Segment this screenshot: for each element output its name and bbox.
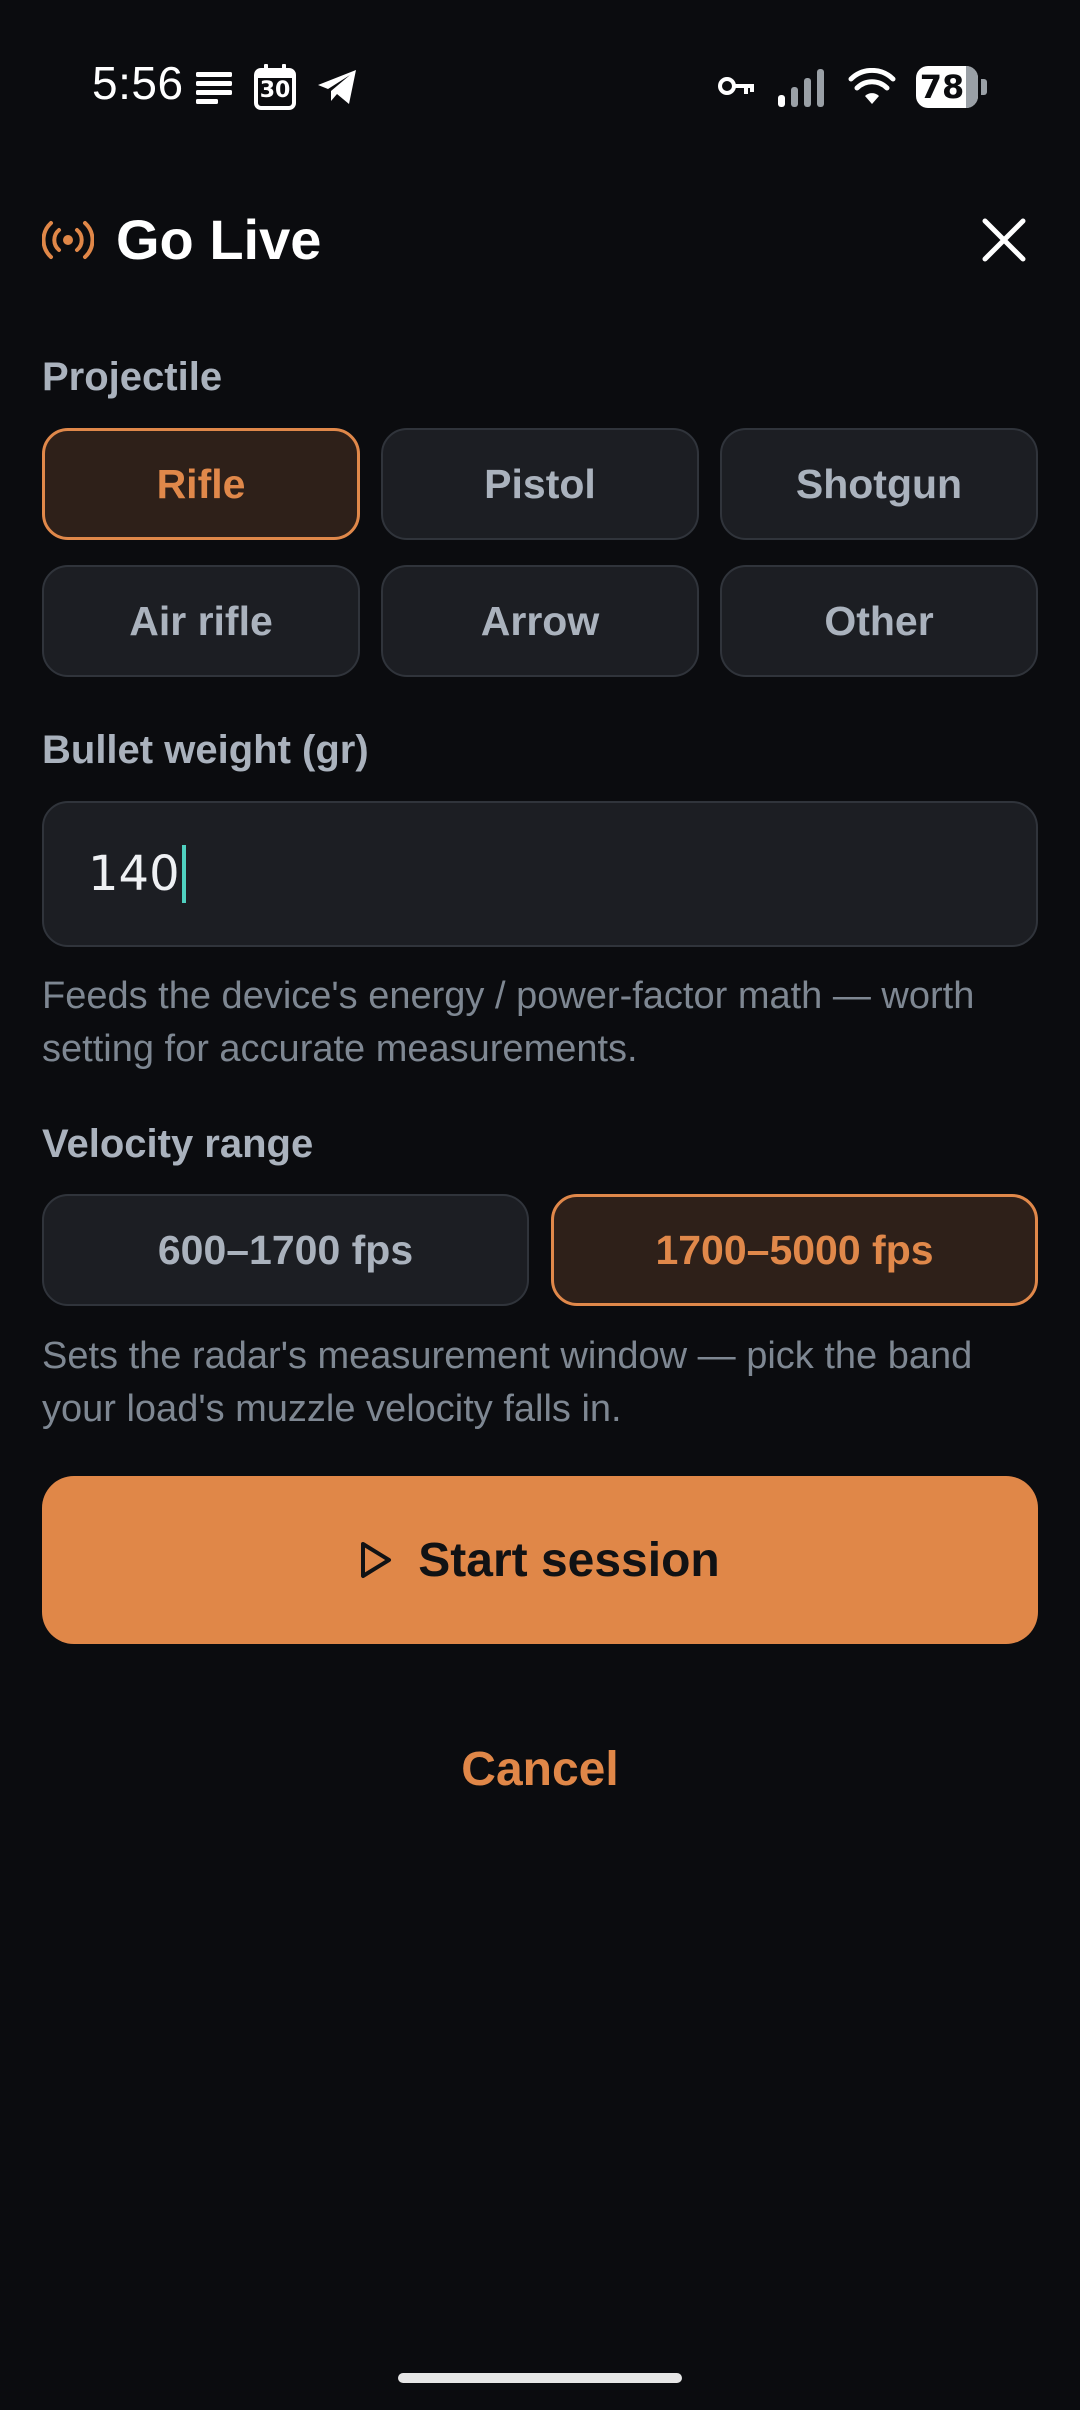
notes-icon [196,72,232,104]
close-button[interactable] [970,206,1038,274]
projectile-option-arrow[interactable]: Arrow [381,565,699,677]
projectile-option-shotgun[interactable]: Shotgun [720,428,1038,540]
signal-icon [778,69,824,107]
velocity-range-label: Velocity range [42,1122,314,1166]
vpn-key-icon [718,77,754,95]
velocity-range-helper: Sets the radar's measurement window — pi… [42,1335,973,1430]
velocity-option-low[interactable]: 600–1700 fps [42,1194,529,1306]
battery-icon: 78 [916,66,988,108]
text-caret [181,845,186,903]
cancel-button[interactable]: Cancel [0,1736,1080,1804]
start-session-button[interactable]: Start session [42,1476,1038,1644]
velocity-option-high[interactable]: 1700–5000 fps [551,1194,1038,1306]
start-session-label: Start session [418,1533,720,1587]
projectile-option-rifle[interactable]: Rifle [42,428,360,540]
wifi-icon [848,68,896,104]
calendar-day: 30 [259,78,291,103]
bullet-weight-value: 140 [88,846,180,902]
play-icon [361,1542,392,1578]
status-left-icons: 30 [196,62,358,112]
projectile-option-pistol[interactable]: Pistol [381,428,699,540]
status-right-icons: 78 [718,62,988,112]
status-bar: 5:56 30 78 [0,0,1080,175]
telegram-icon [318,70,356,104]
battery-percent: 78 [919,68,965,106]
projectile-label: Projectile [42,355,223,399]
status-time: 5:56 [92,57,184,109]
calendar-icon: 30 [254,64,296,110]
live-broadcast-icon [42,221,94,259]
bullet-weight-input[interactable]: 140 [42,801,1038,947]
bullet-weight-label: Bullet weight (gr) [42,728,369,772]
projectile-option-air-rifle[interactable]: Air rifle [42,565,360,677]
header: Go Live [42,200,1038,280]
home-indicator[interactable] [398,2373,682,2383]
projectile-option-other[interactable]: Other [720,565,1038,677]
page-title: Go Live [116,208,322,271]
bullet-weight-helper: Feeds the device's energy / power-factor… [42,975,975,1070]
close-icon [982,218,1026,262]
